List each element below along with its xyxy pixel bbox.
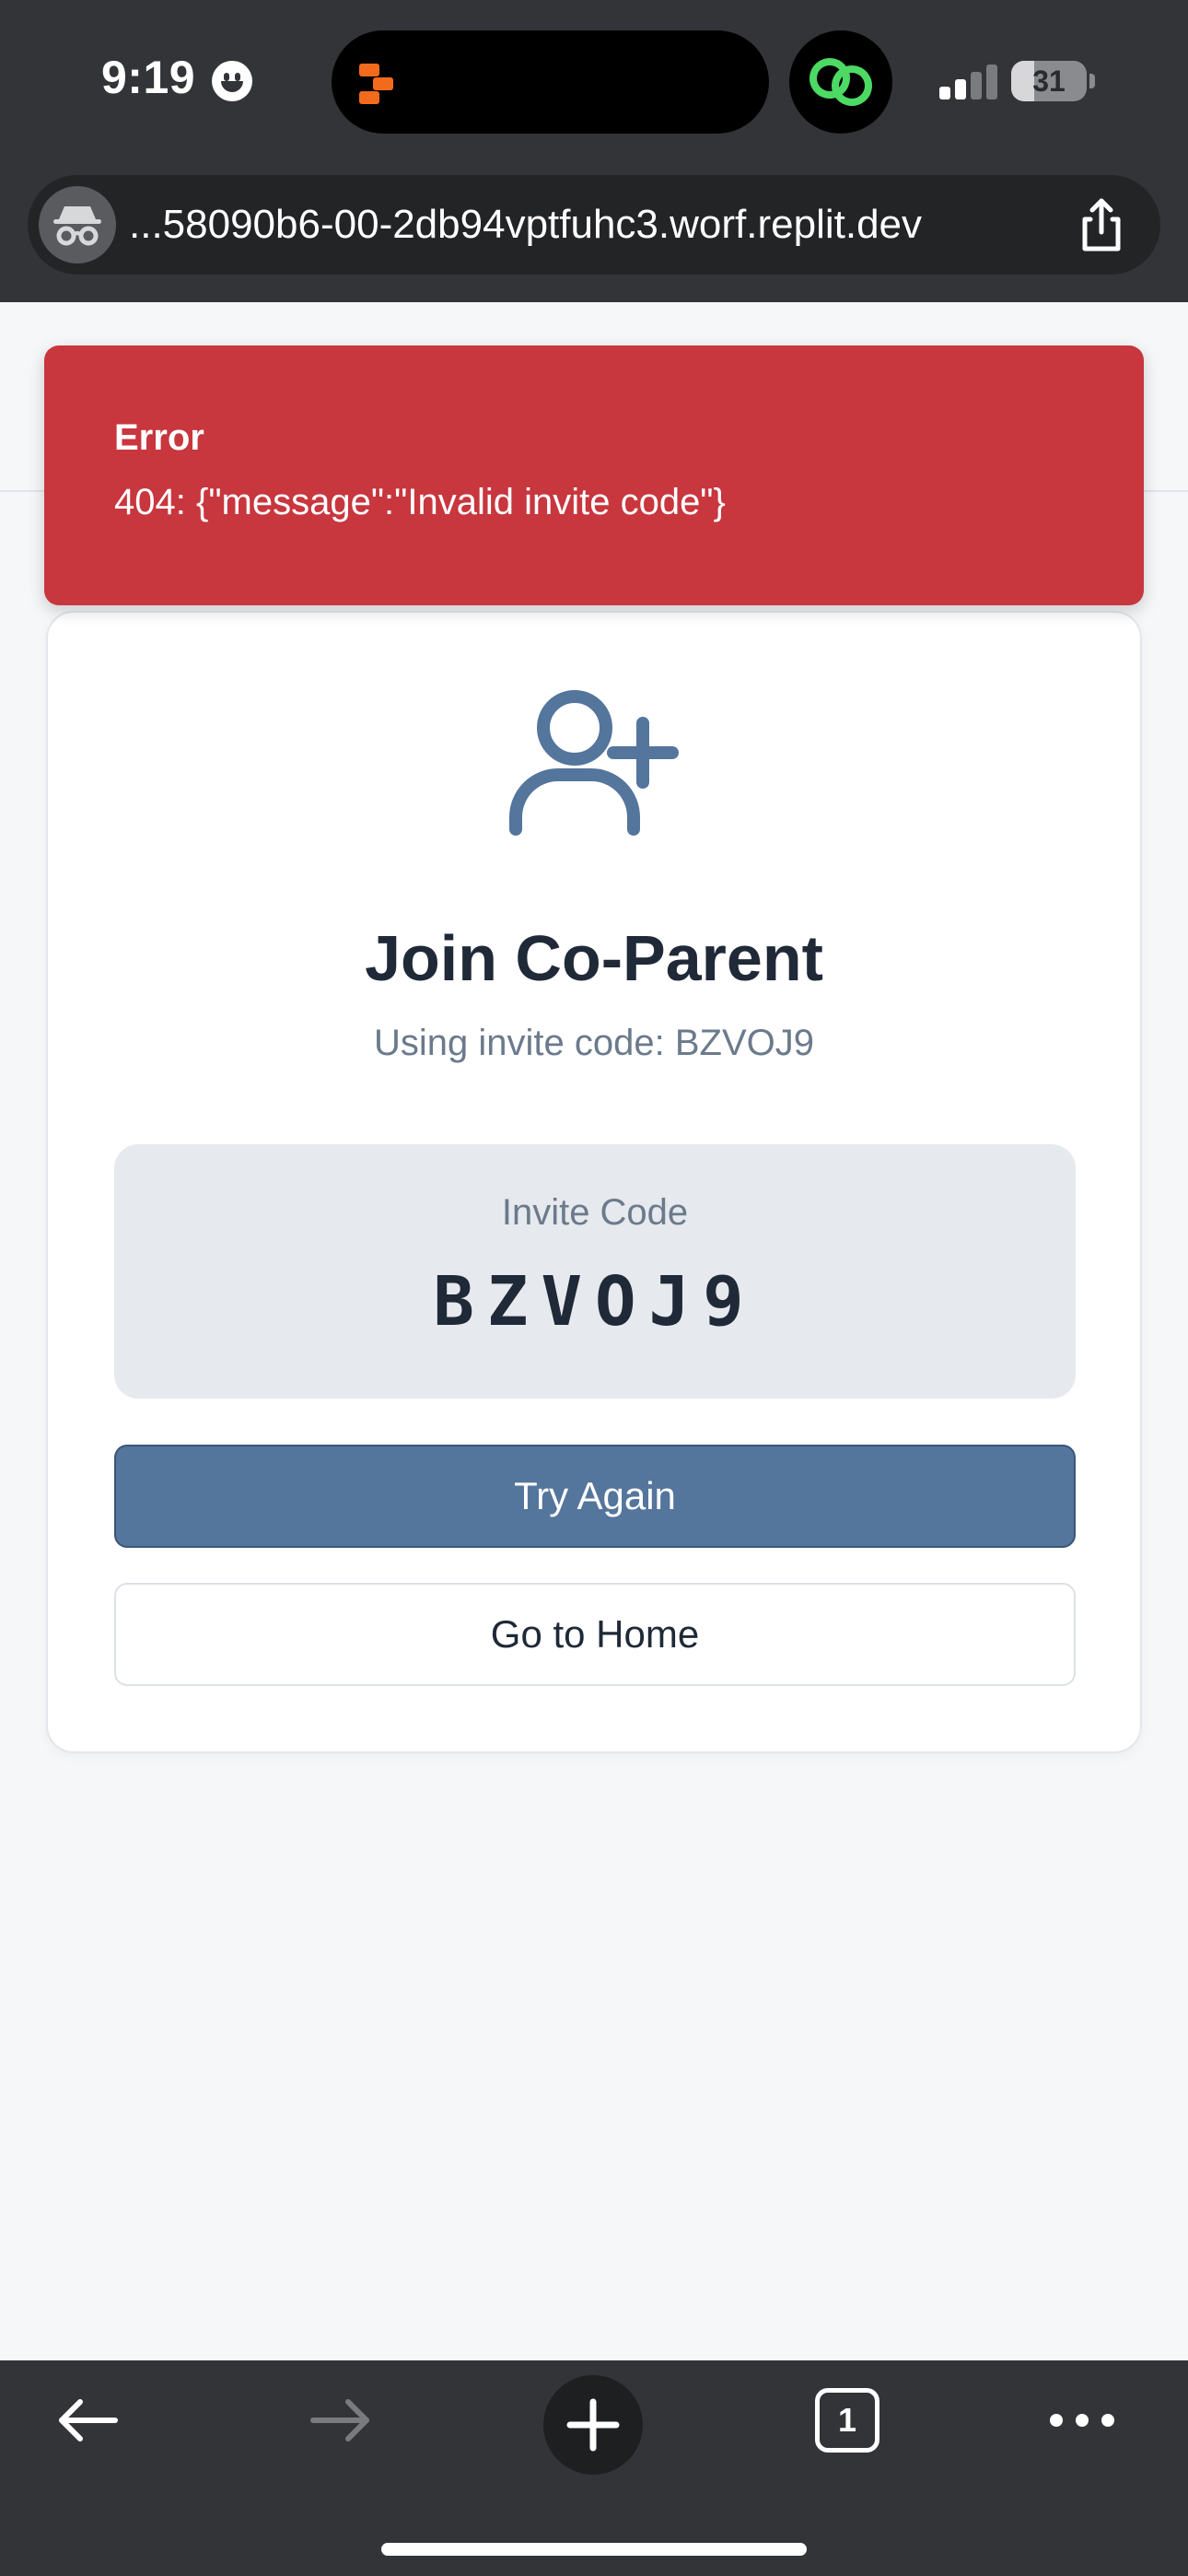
battery-percentage: 31 [1032, 64, 1066, 98]
invite-code-value: BZVOJ9 [433, 1262, 757, 1341]
browser-top-chrome: 9:19 31 ...58090b6-00-2db94vptfuhc3.worf… [0, 0, 1188, 302]
home-indicator[interactable] [381, 2543, 807, 2556]
open-tabs-count: 1 [815, 2388, 879, 2453]
error-toast[interactable]: Error 404: {"message":"Invalid invite co… [44, 345, 1144, 605]
smiley-face-icon [212, 61, 252, 101]
share-icon[interactable] [1068, 192, 1135, 258]
invite-code-subtitle: Using invite code: BZVOJ9 [374, 1023, 814, 1063]
address-bar[interactable]: ...58090b6-00-2db94vptfuhc3.worf.replit.… [28, 175, 1160, 275]
error-title: Error [114, 417, 204, 458]
page-title: Join Co-Parent [365, 922, 823, 994]
try-again-button[interactable]: Try Again [114, 1445, 1076, 1548]
invite-code-label: Invite Code [501, 1192, 689, 1233]
more-icon[interactable] [1031, 2360, 1133, 2480]
status-time: 9:19 [101, 52, 196, 103]
link-activity-icon [789, 30, 892, 134]
error-message: 404: {"message":"Invalid invite code"} [114, 482, 726, 522]
cellular-signal-icon [939, 64, 998, 100]
tabs-icon[interactable]: 1 [801, 2360, 893, 2480]
plus-icon[interactable] [543, 2375, 643, 2475]
forward-arrow-icon[interactable] [290, 2360, 391, 2480]
back-arrow-icon[interactable] [37, 2360, 138, 2480]
dynamic-island [332, 30, 769, 134]
battery-icon: 31 [1011, 61, 1087, 101]
battery-nub [1089, 74, 1095, 88]
join-coparent-card: Join Co-Parent Using invite code: BZVOJ9… [46, 611, 1142, 1753]
url-text[interactable]: ...58090b6-00-2db94vptfuhc3.worf.replit.… [129, 197, 1087, 252]
invite-code-panel: Invite Code BZVOJ9 [114, 1144, 1076, 1399]
user-plus-icon [505, 686, 689, 852]
incognito-icon[interactable] [39, 186, 116, 263]
phone-screen: 9:19 31 ...58090b6-00-2db94vptfuhc3.worf… [0, 0, 1188, 2576]
go-to-home-button[interactable]: Go to Home [114, 1583, 1076, 1686]
app-activity-icon [359, 64, 401, 105]
browser-bottom-toolbar: 1 [0, 2360, 1188, 2576]
